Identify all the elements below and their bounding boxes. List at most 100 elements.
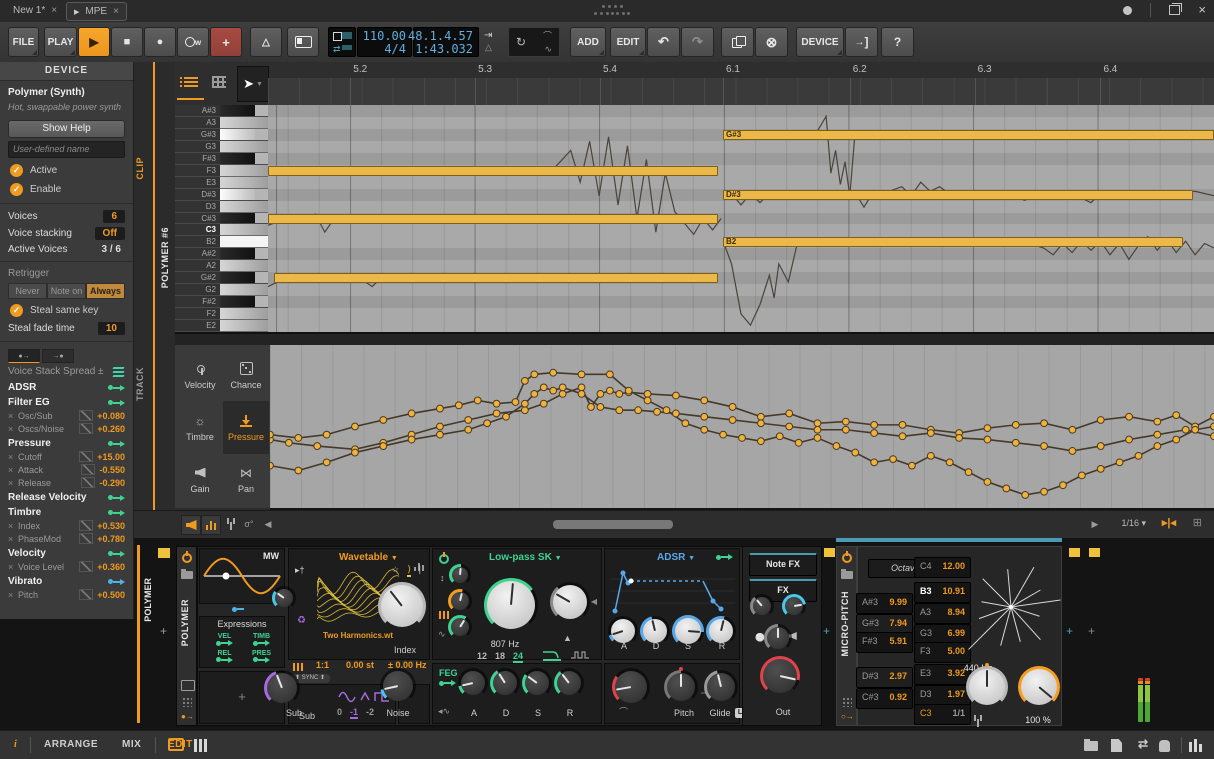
mod-amount[interactable]: +0.360 — [97, 562, 125, 572]
pressure-point[interactable] — [701, 413, 708, 420]
pressure-point[interactable] — [437, 431, 444, 438]
mod-target-cutoff[interactable]: ×Cutoff+15.00 — [0, 450, 133, 463]
pressure-point[interactable] — [795, 439, 802, 446]
pressure-point[interactable] — [682, 420, 689, 427]
filter-shape-icons[interactable] — [541, 648, 599, 661]
project-tab-mpe[interactable]: ▶ MPE × — [66, 2, 127, 21]
pressure-point[interactable] — [455, 402, 462, 409]
remove-icon[interactable]: × — [8, 590, 18, 600]
micropitch-device-strip[interactable]: MICRO-PITCH ○→ — [836, 546, 857, 726]
mod-amount[interactable]: +0.260 — [97, 424, 125, 434]
pressure-point[interactable] — [899, 421, 906, 428]
pressure-point[interactable] — [531, 391, 538, 398]
osc-detune-st[interactable]: 0.00 st — [346, 660, 374, 670]
remove-icon[interactable]: × — [8, 465, 18, 475]
pressure-point[interactable] — [625, 387, 632, 394]
sub-knob[interactable] — [264, 670, 300, 706]
pressure-point[interactable] — [1041, 488, 1048, 495]
pressure-point[interactable] — [380, 417, 387, 424]
mod-target-index[interactable]: ×Index+0.530 — [0, 519, 133, 532]
adaptive-grid-icon[interactable]: ⊞ — [1193, 516, 1202, 529]
dual-panel-toggle[interactable] — [194, 739, 209, 755]
mod-source-filter-eg[interactable]: Filter EG — [0, 394, 133, 409]
midi-note-D#3[interactable]: D#3 — [723, 190, 1193, 200]
pressure-point[interactable] — [1173, 436, 1180, 443]
steal-fade-value[interactable]: 10 — [98, 322, 125, 335]
note-fx-slot[interactable]: Note FX — [749, 553, 817, 576]
pressure-point[interactable] — [295, 467, 302, 474]
pressure-point[interactable] — [984, 425, 991, 432]
pitch-cell-C#3[interactable]: C#30.92 — [856, 688, 913, 709]
pressure-point[interactable] — [644, 391, 651, 398]
add-device-button[interactable]: + — [160, 624, 167, 638]
position-display[interactable]: 48.1.4.57 1:43.032 — [413, 27, 479, 57]
amp-r-knob[interactable] — [706, 616, 736, 646]
env-mode-icon[interactable]: ⟩ — [407, 564, 411, 577]
pressure-point[interactable] — [352, 423, 359, 430]
close-window-button[interactable]: × — [1198, 4, 1206, 16]
help-button[interactable]: ? — [881, 27, 914, 57]
pressure-point[interactable] — [1041, 420, 1048, 427]
pressure-point[interactable] — [814, 435, 821, 442]
pressure-point[interactable] — [757, 438, 764, 445]
device-chip[interactable] — [1069, 548, 1080, 557]
pressure-point[interactable] — [644, 397, 651, 404]
env-type-dropdown[interactable]: ADSR ▼ — [657, 552, 695, 563]
filter-slope-12[interactable]: 12 — [477, 651, 487, 663]
pressure-point[interactable] — [1126, 413, 1133, 420]
piano-key-C3[interactable] — [220, 224, 268, 236]
param-value[interactable]: 6 — [103, 210, 125, 223]
audition-button[interactable] — [181, 515, 201, 535]
pressure-point[interactable] — [1211, 413, 1214, 420]
pressure-point[interactable] — [493, 400, 500, 407]
overdub-button[interactable]: + — [210, 27, 242, 57]
device-chip[interactable] — [1089, 548, 1100, 557]
fade-icon[interactable]: ⌒ — [543, 29, 552, 42]
pressure-point[interactable] — [1154, 443, 1161, 450]
pressure-point[interactable] — [531, 371, 538, 378]
velocity-spread-button[interactable] — [201, 515, 221, 535]
sub-octave--2[interactable]: -2 — [366, 707, 374, 719]
pitch-cell-D3[interactable]: D31.97 — [914, 685, 971, 706]
pressure-point[interactable] — [965, 469, 972, 476]
expression-tab-timbre[interactable]: ☼Timbre — [177, 401, 223, 454]
pressure-point[interactable] — [559, 384, 566, 391]
pressure-point[interactable] — [550, 387, 557, 394]
pitch-cell-C3[interactable]: C31/1 — [914, 704, 971, 725]
white-key-rest[interactable] — [255, 213, 268, 224]
piano-key-A#3[interactable] — [220, 105, 255, 116]
pressure-point[interactable] — [927, 452, 934, 459]
cutoff-knob[interactable] — [484, 578, 538, 632]
pressure-point[interactable] — [1154, 431, 1161, 438]
pressure-point[interactable] — [701, 397, 708, 404]
pressure-point[interactable] — [1097, 417, 1104, 424]
horizontal-scrollbar[interactable] — [553, 520, 673, 529]
pressure-point[interactable] — [871, 459, 878, 466]
drive-knob[interactable] — [550, 582, 590, 622]
sub-octave--1[interactable]: -1 — [350, 707, 358, 719]
feg-r-knob[interactable] — [554, 668, 584, 698]
pressure-point[interactable] — [512, 399, 519, 406]
pitch-cell-D#3[interactable]: D#32.97 — [856, 667, 913, 688]
curve-icon[interactable]: ∿ — [544, 44, 552, 55]
pressure-point[interactable] — [352, 449, 359, 456]
pressure-point[interactable] — [701, 426, 708, 433]
mod-source-release-velocity[interactable]: Release Velocity — [0, 489, 133, 504]
pressure-point[interactable] — [871, 421, 878, 428]
pressure-point[interactable] — [408, 410, 415, 417]
play-button[interactable]: ▶ — [78, 27, 110, 57]
snap-value-dropdown[interactable]: 1/16 ▾ — [1121, 518, 1146, 529]
pressure-point[interactable] — [616, 391, 623, 398]
piano-key-G#2[interactable] — [220, 272, 255, 283]
mod-curve-icon[interactable] — [79, 451, 93, 462]
pitch-cell-A#3[interactable]: A#39.99 — [856, 593, 913, 614]
white-key-rest[interactable] — [255, 189, 268, 200]
redo-button[interactable]: ↷ — [681, 27, 714, 57]
audio-event-toggle[interactable] — [205, 66, 232, 98]
mw-mod-arrow[interactable] — [232, 606, 244, 612]
pressure-point[interactable] — [503, 413, 510, 420]
mod-curve-icon[interactable] — [79, 423, 93, 434]
pressure-point[interactable] — [729, 404, 736, 411]
osc-type-dropdown[interactable]: Wavetable ▼ — [339, 552, 398, 563]
pressure-point[interactable] — [786, 410, 793, 417]
